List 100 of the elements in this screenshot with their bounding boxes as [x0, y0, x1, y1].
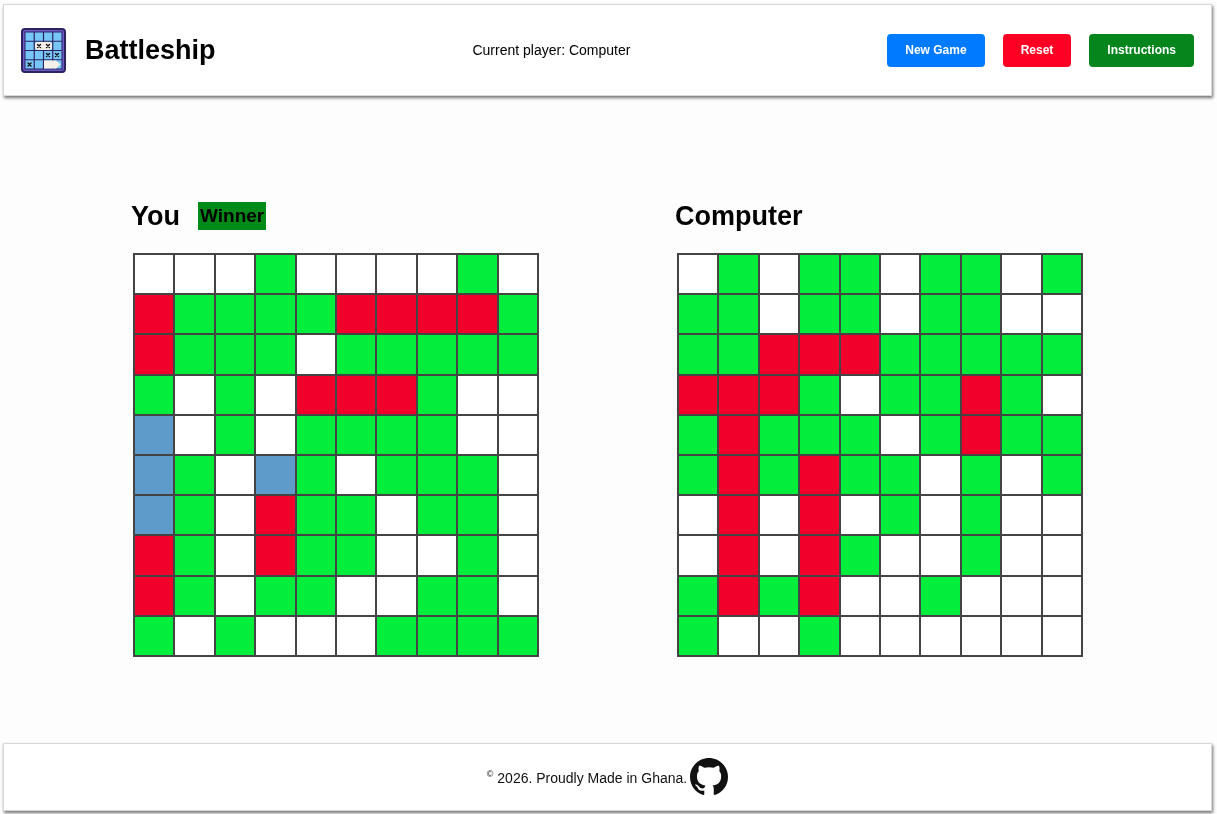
board-cell[interactable] — [337, 415, 376, 454]
board-cell[interactable] — [215, 255, 255, 294]
board-cell[interactable] — [417, 576, 457, 615]
board-cell[interactable] — [377, 375, 416, 414]
board-cell[interactable] — [498, 255, 537, 294]
board-cell[interactable] — [215, 455, 255, 495]
board-cell[interactable] — [1042, 455, 1081, 495]
board-cell[interactable] — [337, 536, 376, 575]
action-button[interactable]: Instructions — [1089, 33, 1194, 67]
board-cell[interactable] — [1002, 536, 1041, 575]
board-cell[interactable] — [921, 616, 960, 655]
board-cell[interactable] — [921, 415, 960, 454]
board-cell[interactable] — [1002, 415, 1041, 454]
board-cell[interactable] — [498, 455, 537, 495]
board-cell[interactable] — [881, 496, 920, 535]
board-cell[interactable] — [377, 255, 416, 294]
board-cell[interactable] — [377, 335, 416, 374]
board-cell[interactable] — [961, 616, 1001, 655]
board-cell[interactable] — [135, 536, 174, 575]
board-cell[interactable] — [296, 295, 335, 334]
board-cell[interactable] — [256, 455, 295, 495]
board-cell[interactable] — [417, 295, 457, 334]
board-cell[interactable] — [458, 576, 497, 615]
board-cell[interactable] — [337, 496, 376, 535]
board-cell[interactable] — [961, 536, 1001, 575]
board-cell[interactable] — [337, 455, 376, 495]
board-cell[interactable] — [458, 335, 497, 374]
board-cell[interactable] — [135, 255, 174, 294]
board-cell[interactable] — [498, 536, 537, 575]
board-cell[interactable] — [175, 536, 214, 575]
board-cell[interactable] — [417, 496, 457, 535]
board-cell[interactable] — [881, 375, 920, 414]
board-cell[interactable] — [921, 576, 960, 615]
board-cell[interactable] — [961, 415, 1001, 454]
board-cell[interactable] — [881, 335, 920, 374]
board-cell[interactable] — [256, 335, 295, 374]
board-cell[interactable] — [719, 455, 758, 495]
board-cell[interactable] — [215, 496, 255, 535]
board-cell[interactable] — [458, 415, 497, 454]
board-cell[interactable] — [719, 576, 758, 615]
board-cell[interactable] — [1042, 616, 1081, 655]
board-cell[interactable] — [840, 335, 879, 374]
board-cell[interactable] — [679, 335, 718, 374]
board-cell[interactable] — [881, 536, 920, 575]
board-cell[interactable] — [840, 616, 879, 655]
board-cell[interactable] — [1002, 455, 1041, 495]
board-cell[interactable] — [337, 335, 376, 374]
board-cell[interactable] — [175, 455, 214, 495]
board-cell[interactable] — [961, 335, 1001, 374]
board-cell[interactable] — [337, 576, 376, 615]
board-cell[interactable] — [458, 616, 497, 655]
action-button[interactable]: Reset — [1002, 33, 1072, 67]
board-cell[interactable] — [296, 415, 335, 454]
board-cell[interactable] — [296, 455, 335, 495]
board-cell[interactable] — [881, 255, 920, 294]
board-cell[interactable] — [135, 415, 174, 454]
board-cell[interactable] — [498, 375, 537, 414]
board-cell[interactable] — [498, 415, 537, 454]
board-cell[interactable] — [458, 295, 497, 334]
board-cell[interactable] — [175, 295, 214, 334]
board-cell[interactable] — [135, 295, 174, 334]
board-cell[interactable] — [498, 616, 537, 655]
board-cell[interactable] — [256, 415, 295, 454]
board-cell[interactable] — [377, 415, 416, 454]
board-cell[interactable] — [881, 415, 920, 454]
board-cell[interactable] — [1002, 576, 1041, 615]
board-cell[interactable] — [961, 375, 1001, 414]
board-cell[interactable] — [1002, 335, 1041, 374]
board-cell[interactable] — [921, 375, 960, 414]
board-cell[interactable] — [881, 455, 920, 495]
board-cell[interactable] — [215, 335, 255, 374]
board-cell[interactable] — [921, 295, 960, 334]
board-cell[interactable] — [498, 496, 537, 535]
board-cell[interactable] — [921, 255, 960, 294]
board-cell[interactable] — [759, 455, 799, 495]
board-cell[interactable] — [135, 496, 174, 535]
board-cell[interactable] — [1042, 375, 1081, 414]
board-cell[interactable] — [498, 295, 537, 334]
board-cell[interactable] — [759, 335, 799, 374]
board-cell[interactable] — [800, 415, 839, 454]
board-cell[interactable] — [679, 576, 718, 615]
board-cell[interactable] — [417, 455, 457, 495]
board-cell[interactable] — [337, 616, 376, 655]
board-cell[interactable] — [759, 375, 799, 414]
board-cell[interactable] — [215, 295, 255, 334]
board-cell[interactable] — [175, 616, 214, 655]
board-cell[interactable] — [679, 616, 718, 655]
board-cell[interactable] — [417, 335, 457, 374]
board-cell[interactable] — [175, 335, 214, 374]
board-cell[interactable] — [296, 255, 335, 294]
board-cell[interactable] — [1002, 616, 1041, 655]
board-cell[interactable] — [840, 536, 879, 575]
board-cell[interactable] — [498, 576, 537, 615]
board-cell[interactable] — [840, 415, 879, 454]
board-cell[interactable] — [296, 335, 335, 374]
board-cell[interactable] — [377, 455, 416, 495]
board-cell[interactable] — [417, 616, 457, 655]
board-cell[interactable] — [1002, 295, 1041, 334]
board-cell[interactable] — [679, 415, 718, 454]
board-cell[interactable] — [719, 496, 758, 535]
